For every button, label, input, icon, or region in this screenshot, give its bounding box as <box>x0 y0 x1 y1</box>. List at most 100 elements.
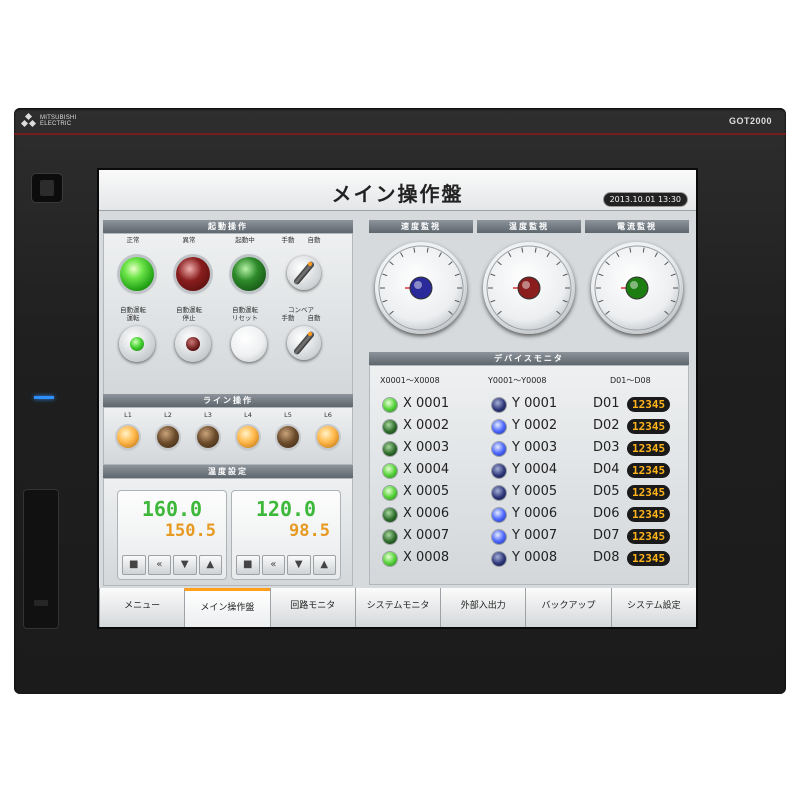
x-device-lamp <box>383 552 397 566</box>
device-col-d-header: D01～D08 <box>610 376 651 385</box>
start-op-label: 自動運転 停止 <box>176 306 202 322</box>
status-lamp <box>232 257 266 291</box>
x-device-label: X 0003 <box>403 440 450 455</box>
x-device-label: X 0004 <box>403 462 450 477</box>
rewind-key[interactable]: « <box>147 555 171 575</box>
x-device-label: X 0002 <box>403 418 450 433</box>
selector-switch[interactable] <box>287 326 321 360</box>
d-device-label: D07 <box>593 528 620 543</box>
d-device-label: D05 <box>593 484 620 499</box>
usb-slot <box>34 600 48 606</box>
selector-indicator-dot <box>308 332 312 336</box>
nav-tab-2[interactable]: メイン操作盤 <box>184 588 270 627</box>
x-device-lamp <box>383 530 397 544</box>
up-key[interactable]: ▲ <box>198 555 222 575</box>
y-device-label: Y 0008 <box>512 550 558 565</box>
line-lamp-4[interactable] <box>237 426 259 448</box>
x-device-lamp <box>383 398 397 412</box>
nav-tab-7[interactable]: システム設定 <box>610 588 696 627</box>
datetime-display: 2013.10.01 13:30 <box>602 192 688 207</box>
nav-tab-1[interactable]: メニュー <box>99 588 185 627</box>
bezel-accent-line <box>14 133 786 135</box>
stop-key[interactable]: ■ <box>236 555 260 575</box>
device-col-y-header: Y0001～Y0008 <box>488 376 547 385</box>
nav-tab-3[interactable]: 回路モニタ <box>269 588 355 627</box>
up-key[interactable]: ▲ <box>312 555 336 575</box>
down-key[interactable]: ▼ <box>173 555 197 575</box>
nav-tab-4[interactable]: システムモニタ <box>354 588 441 627</box>
title-bar: メイン操作盤 2013.10.01 13:30 <box>99 170 696 211</box>
start-op-label: 起動中 <box>235 236 255 244</box>
x-device-label: X 0005 <box>403 484 450 499</box>
hmi-screen: メイン操作盤 2013.10.01 13:30 起動操作 ライン操作 温度設定 … <box>99 170 696 627</box>
y-device-lamp <box>492 486 506 500</box>
bezel-function-button[interactable] <box>32 174 62 202</box>
model-name: GOT2000 <box>728 116 772 126</box>
status-lamp <box>176 257 210 291</box>
section-header-line-ops: ライン操作 <box>103 394 353 407</box>
selector-switch[interactable] <box>287 256 321 290</box>
rewind-key[interactable]: « <box>261 555 285 575</box>
line-lamp-6[interactable] <box>317 426 339 448</box>
button-lamp-red <box>186 337 200 351</box>
section-header-temp-setting: 温度設定 <box>103 465 353 478</box>
temp-setting-box: 160.0 150.5 ■ «▼ ▲ <box>117 490 227 580</box>
brand-name: MITSUBISHI ELECTRIC <box>40 115 77 127</box>
usb-cover[interactable] <box>24 490 58 628</box>
x-device-lamp <box>383 420 397 434</box>
section-header-monitor: 電流監視 <box>585 220 689 233</box>
y-device-lamp <box>492 464 506 478</box>
power-led-indicator <box>34 396 54 399</box>
push-button[interactable] <box>175 326 211 362</box>
d-device-label: D01 <box>593 396 620 411</box>
x-device-lamp <box>383 486 397 500</box>
nav-tab-6[interactable]: バックアップ <box>525 588 611 627</box>
section-header-monitor: 温度監視 <box>477 220 581 233</box>
temp-set-value[interactable]: 98.5 <box>232 521 330 541</box>
start-op-label: 手動 自動 <box>281 236 321 244</box>
bottom-nav: メニュー メイン操作盤 回路モニタ システムモニタ 外部入出力 バックアップ システム設定 <box>99 588 696 627</box>
x-device-label: X 0001 <box>403 396 450 411</box>
d-device-value: 12345 <box>627 551 671 566</box>
y-device-label: Y 0002 <box>512 418 558 433</box>
device-col-x-header: X0001～X0008 <box>380 376 440 385</box>
d-device-value: 12345 <box>627 507 671 522</box>
y-device-label: Y 0003 <box>512 440 558 455</box>
d-device-value: 12345 <box>627 441 671 456</box>
push-button[interactable] <box>231 326 267 362</box>
y-device-label: Y 0001 <box>512 396 558 411</box>
d-device-value: 12345 <box>627 419 671 434</box>
d-device-label: D06 <box>593 506 620 521</box>
nav-tab-5[interactable]: 外部入出力 <box>440 588 526 627</box>
line-lamp-1[interactable] <box>117 426 139 448</box>
start-op-label: 自動運転 リセット <box>232 306 258 322</box>
temp-setting-box: 120.0 98.5 ■ «▼ ▲ <box>231 490 341 580</box>
line-lamp-3[interactable] <box>197 426 219 448</box>
x-device-lamp <box>383 464 397 478</box>
y-device-label: Y 0007 <box>512 528 558 543</box>
push-button[interactable] <box>119 326 155 362</box>
speaker-icon <box>40 180 54 196</box>
gauge-dial <box>594 245 680 331</box>
d-device-value: 12345 <box>627 529 671 544</box>
x-device-lamp <box>383 442 397 456</box>
brand-logo: MITSUBISHI ELECTRIC <box>20 112 100 128</box>
temp-set-value[interactable]: 150.5 <box>118 521 216 541</box>
line-lamp-2[interactable] <box>157 426 179 448</box>
d-device-label: D02 <box>593 418 620 433</box>
d-device-value: 12345 <box>627 485 671 500</box>
section-header-monitor: 速度監視 <box>369 220 473 233</box>
d-device-label: D04 <box>593 462 620 477</box>
d-device-value: 12345 <box>627 463 671 478</box>
d-device-label: D08 <box>593 550 620 565</box>
stop-key[interactable]: ■ <box>122 555 146 575</box>
start-op-label: 異常 <box>182 236 196 244</box>
x-device-label: X 0008 <box>403 550 450 565</box>
down-key[interactable]: ▼ <box>287 555 311 575</box>
line-lamp-5[interactable] <box>277 426 299 448</box>
section-header-start-ops: 起動操作 <box>103 220 353 233</box>
y-device-label: Y 0006 <box>512 506 558 521</box>
y-device-lamp <box>492 508 506 522</box>
selector-indicator-dot <box>308 262 312 266</box>
y-device-lamp <box>492 530 506 544</box>
